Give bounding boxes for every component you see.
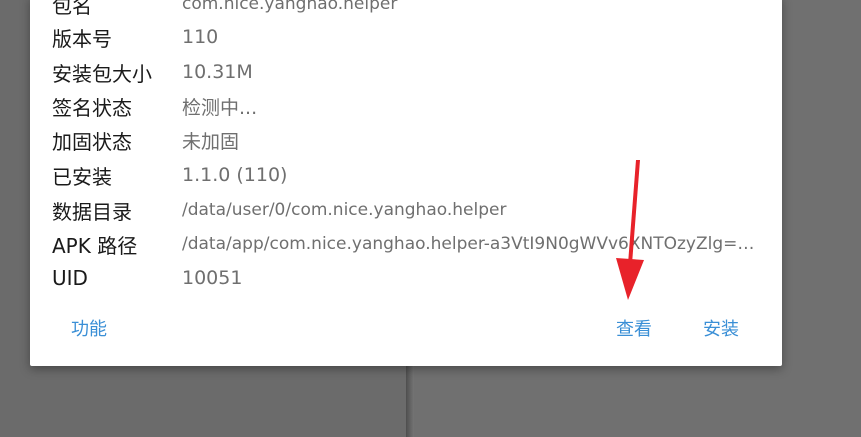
- info-label: 包名: [52, 0, 92, 18]
- app-info-dialog: 包名 com.nice.yanghao.helper 版本号 110 安装包大小…: [30, 0, 782, 366]
- info-value: 未加固: [182, 130, 240, 153]
- info-value: 1.1.0 (110): [182, 164, 288, 186]
- install-button[interactable]: 安装: [703, 315, 739, 341]
- info-value: /data/app/com.nice.yanghao.helper-a3VtI9…: [182, 234, 767, 254]
- info-label: UID: [52, 266, 88, 290]
- info-label: 签名状态: [52, 95, 132, 120]
- info-value: 110: [182, 26, 219, 48]
- info-label: 数据目录: [52, 199, 132, 224]
- info-label: 已安装: [52, 164, 112, 189]
- info-label: APK 路径: [52, 233, 138, 258]
- info-value: /data/user/0/com.nice.yanghao.helper: [182, 200, 507, 220]
- info-value: com.nice.yanghao.helper: [182, 0, 398, 14]
- info-label: 加固状态: [52, 129, 132, 154]
- info-value: 10051: [182, 267, 243, 289]
- info-label: 安装包大小: [52, 61, 152, 86]
- function-button[interactable]: 功能: [71, 315, 107, 341]
- info-value: 检测中...: [182, 96, 258, 119]
- view-button[interactable]: 查看: [616, 315, 652, 341]
- info-label: 版本号: [52, 26, 112, 51]
- info-value: 10.31M: [182, 61, 253, 83]
